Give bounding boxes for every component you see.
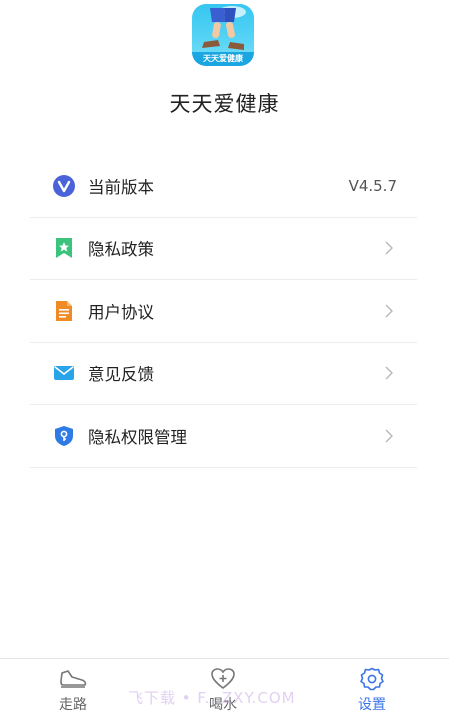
permission-management-label: 隐私权限管理 — [88, 427, 187, 447]
tab-settings-label: 设置 — [358, 697, 386, 713]
chevron-right-icon — [383, 428, 395, 444]
chevron-right-icon — [383, 365, 395, 381]
app-name: 天天爱健康 — [169, 92, 280, 116]
privacy-policy-icon — [53, 237, 75, 259]
shoe-icon — [60, 670, 87, 688]
tab-settings[interactable]: 设置 — [332, 659, 412, 718]
privacy-policy-label: 隐私政策 — [88, 240, 154, 260]
logo-wordmark: 天天爱健康 — [192, 52, 254, 66]
permission-shield-icon — [53, 425, 75, 447]
version-value: V4.5.7 — [348, 176, 397, 195]
user-agreement-label: 用户协议 — [88, 302, 154, 322]
chevron-right-icon — [383, 240, 395, 256]
version-v-icon — [53, 174, 75, 197]
settings-list: 当前版本 V4.5.7 隐私政策 用户协议 意见反馈 隐私权限管理 — [30, 155, 417, 468]
version-label: 当前版本 — [88, 177, 154, 197]
gear-icon — [360, 667, 384, 691]
app-logo: 天天爱健康 — [192, 4, 254, 66]
privacy-policy-row[interactable]: 隐私政策 — [30, 218, 417, 280]
permission-management-row[interactable]: 隐私权限管理 — [30, 405, 417, 468]
feedback-label: 意见反馈 — [88, 365, 154, 385]
feedback-row[interactable]: 意见反馈 — [30, 343, 417, 405]
settings-page: 天天爱健康 天天爱健康 当前版本 V4.5.7 隐私政策 用户协议 意见反馈 隐… — [0, 0, 449, 718]
chevron-right-icon — [383, 303, 395, 319]
tab-walk[interactable]: 走路 — [33, 659, 113, 718]
feedback-mail-icon — [53, 362, 75, 384]
watermark: 飞下载 • F...ZXY.COM — [128, 689, 296, 707]
user-agreement-row[interactable]: 用户协议 — [30, 280, 417, 343]
user-agreement-doc-icon — [53, 300, 75, 322]
tab-walk-label: 走路 — [59, 697, 87, 713]
version-row[interactable]: 当前版本 V4.5.7 — [30, 155, 417, 218]
